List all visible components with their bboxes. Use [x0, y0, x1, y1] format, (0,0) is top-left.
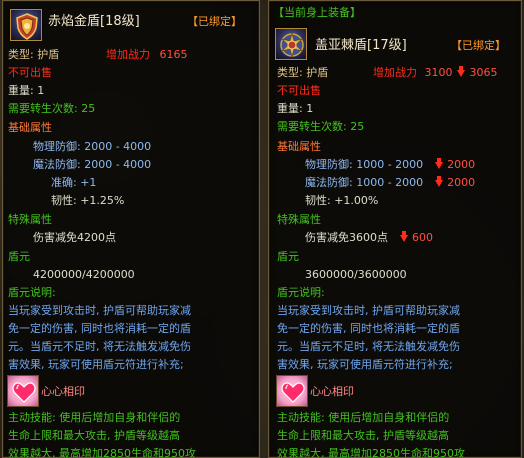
- damage-reduction-row: 伤害减免3600点 600: [305, 229, 433, 246]
- weight: 重量: 1: [8, 84, 45, 97]
- equipped-tag: 【当前身上装备】: [273, 6, 361, 19]
- power-increase: 增加战力 6165: [106, 46, 188, 63]
- special-attributes-header: 特殊属性: [8, 213, 52, 226]
- down-arrow-icon: [457, 65, 465, 77]
- basic-attributes-header: 基础属性: [277, 140, 321, 153]
- power-value: 3100: [424, 66, 453, 79]
- magic-defense: 魔法防御: 1000 - 2000: [305, 176, 424, 189]
- item-title: 赤焰金盾[18级]: [48, 14, 140, 29]
- down-arrow-icon: [434, 175, 443, 187]
- red-gold-shield-icon: [10, 9, 42, 41]
- rebirth-requirement: 需要转生次数: 25: [277, 120, 365, 133]
- not-for-sale: 不可出售: [8, 66, 52, 79]
- special-attributes-header: 特殊属性: [277, 213, 321, 226]
- physical-defense-difference: 2000: [447, 158, 476, 171]
- physical-defense: 物理防御: 2000 - 4000: [33, 140, 152, 153]
- description-line: 当玩家受到攻击时, 护盾可帮助玩家减: [277, 304, 460, 317]
- magic-defense: 魔法防御: 2000 - 4000: [33, 158, 152, 171]
- power-difference: 3065: [469, 66, 498, 79]
- down-arrow-icon: [399, 230, 408, 242]
- shield-description-header: 盾元说明:: [8, 286, 56, 299]
- shield-energy-header: 盾元: [277, 250, 299, 263]
- skill-line: 主动技能: 使用后增加自身和伴侣的: [277, 411, 450, 424]
- skill-line: 主动技能: 使用后增加自身和伴侣的: [8, 411, 181, 424]
- description-line: 免一定的伤害, 同时也将消耗一定的盾: [8, 322, 191, 335]
- heart-icon: [7, 375, 39, 407]
- skill-line: 效果越大, 最高增加2850生命和950攻: [8, 447, 196, 458]
- gaia-thorn-shield-icon: [275, 28, 307, 60]
- rebirth-requirement: 需要转生次数: 25: [8, 102, 96, 115]
- description-line: 害效果, 玩家可使用盾元符进行补充;: [277, 358, 453, 371]
- heart-icon: [276, 375, 308, 407]
- damage-reduction-difference: 600: [412, 231, 433, 244]
- description-line: 免一定的伤害, 同时也将消耗一定的盾: [277, 322, 460, 335]
- shield-energy-value: 3600000/3600000: [305, 268, 407, 281]
- shield-energy-value: 4200000/4200000: [33, 268, 135, 281]
- item-title: 盖亚棘盾[17级]: [315, 38, 407, 53]
- description-line: 元。当盾元不足时, 将无法触发减免伤: [8, 340, 191, 353]
- skill-line: 生命上限和最大攻击, 护盾等级越高: [277, 429, 449, 442]
- power-value: 6165: [159, 48, 188, 61]
- item-type: 类型: 护盾: [8, 48, 60, 61]
- weight: 重量: 1: [277, 102, 314, 115]
- physical-defense: 物理防御: 1000 - 2000: [305, 158, 424, 171]
- basic-attributes-header: 基础属性: [8, 121, 52, 134]
- damage-reduction: 伤害减免3600点: [305, 231, 388, 244]
- magic-defense-row: 魔法防御: 1000 - 2000 2000: [305, 174, 475, 191]
- toughness: 韧性: +1.25%: [51, 194, 125, 207]
- item-tooltip-left: 赤焰金盾[18级] 【已绑定】 类型: 护盾 增加战力 6165 不可出售 重量…: [2, 0, 260, 458]
- bound-status: 【已绑定】: [451, 39, 506, 52]
- shield-description-header: 盾元说明:: [277, 286, 325, 299]
- power-label: 增加战力: [373, 66, 417, 79]
- description-line: 当玩家受到攻击时, 护盾可帮助玩家减: [8, 304, 191, 317]
- power-increase: 增加战力 3100 3065: [373, 64, 498, 81]
- shield-energy-header: 盾元: [8, 250, 30, 263]
- physical-defense-row: 物理防御: 1000 - 2000 2000: [305, 156, 475, 173]
- skill-line: 生命上限和最大攻击, 护盾等级越高: [8, 429, 180, 442]
- down-arrow-icon: [434, 157, 443, 169]
- toughness: 韧性: +1.00%: [305, 194, 379, 207]
- item-tooltip-right: 【当前身上装备】 盖亚棘盾[17级] 【已绑定】 类型: 护盾 增加战力 310…: [268, 0, 522, 458]
- skill-title: 心心相印: [310, 385, 354, 398]
- description-line: 害效果, 玩家可使用盾元符进行补充;: [8, 358, 184, 371]
- item-type: 类型: 护盾: [277, 66, 329, 79]
- damage-reduction: 伤害减免4200点: [33, 231, 116, 244]
- accuracy: 准确: +1: [51, 176, 97, 189]
- skill-title: 心心相印: [41, 385, 85, 398]
- power-label: 增加战力: [106, 48, 150, 61]
- bound-status: 【已绑定】: [187, 15, 242, 28]
- magic-defense-difference: 2000: [447, 176, 476, 189]
- skill-line: 效果越大, 最高增加2850生命和950攻: [277, 447, 465, 458]
- not-for-sale: 不可出售: [277, 84, 321, 97]
- description-line: 元。当盾元不足时, 将无法触发减免伤: [277, 340, 460, 353]
